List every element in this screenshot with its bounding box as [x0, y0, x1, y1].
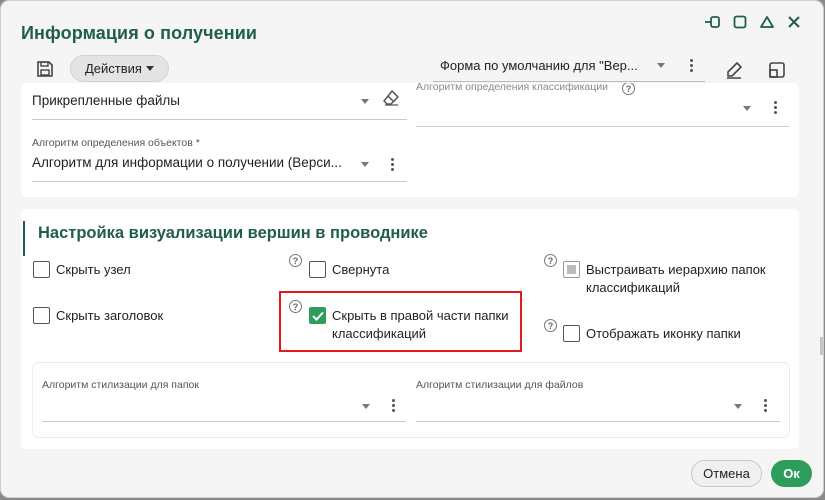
section-title: Настройка визуализации вершин в проводни… [38, 224, 428, 242]
save-icon[interactable] [34, 58, 56, 80]
more-options-icon[interactable] [761, 399, 769, 412]
checkbox-box[interactable] [563, 325, 580, 342]
chevron-down-icon[interactable] [657, 62, 665, 68]
actions-button[interactable]: Действия [70, 55, 169, 82]
attached-files-field[interactable]: Прикрепленные файлы [32, 83, 407, 120]
more-options-icon[interactable] [389, 399, 397, 412]
hide-node-label: Скрыть узел [56, 262, 131, 277]
collapsed-checkbox[interactable]: Свернута [309, 261, 389, 279]
highlight-frame [279, 291, 522, 352]
hide-header-label: Скрыть заголовок [56, 308, 164, 323]
checkbox-box[interactable] [33, 307, 50, 324]
attached-files-value: Прикрепленные файлы [32, 93, 180, 108]
field-underline [42, 421, 406, 422]
section-accent-bar [23, 221, 25, 256]
build-hierarchy-label: Выстраивать иерархию папок классификаций [586, 262, 766, 295]
window-controls [704, 13, 803, 31]
eraser-icon[interactable] [382, 89, 400, 112]
hide-header-checkbox[interactable]: Скрыть заголовок [33, 307, 163, 325]
chevron-down-icon[interactable] [361, 162, 369, 167]
form-select-value: Форма по умолчанию для "Вер... [440, 57, 638, 73]
file-styling-field[interactable]: Алгоритм стилизации для файлов [416, 377, 780, 422]
object-algorithm-field[interactable]: Алгоритм определения объектов * Алгоритм… [32, 135, 407, 182]
pin-icon[interactable] [704, 13, 722, 31]
more-options-icon[interactable] [388, 158, 396, 171]
collapsed-label: Свернута [332, 262, 390, 277]
ok-button[interactable]: Ок [771, 460, 812, 487]
form-select[interactable]: Форма по умолчанию для "Вер... [433, 49, 705, 82]
field-underline [32, 119, 407, 120]
settings-card: Прикрепленные файлы Алгоритм определения… [21, 83, 799, 197]
checkbox-box[interactable] [563, 261, 580, 278]
cancel-button[interactable]: Отмена [691, 460, 762, 487]
object-algorithm-label: Алгоритм определения объектов * [32, 137, 200, 149]
edit-icon[interactable] [723, 59, 745, 81]
build-hierarchy-checkbox[interactable]: Выстраивать иерархию папок классификаций [563, 261, 773, 297]
help-icon[interactable]: ? [622, 83, 635, 95]
hide-node-checkbox[interactable]: Скрыть узел [33, 261, 131, 279]
close-icon[interactable] [785, 13, 803, 31]
dialog: Информация о получении Действия Форма по… [1, 1, 823, 497]
file-styling-label: Алгоритм стилизации для файлов [416, 379, 584, 391]
folder-styling-label: Алгоритм стилизации для папок [42, 379, 199, 391]
styling-card: Алгоритм стилизации для папок Алгоритм с… [33, 363, 789, 437]
help-icon[interactable]: ? [544, 254, 557, 267]
classification-algorithm-label: Алгоритм определения классификации [416, 83, 608, 93]
chevron-down-icon[interactable] [734, 404, 742, 409]
field-underline [416, 421, 780, 422]
more-options-icon[interactable] [687, 58, 695, 72]
classification-algorithm-field[interactable]: Алгоритм определения классификации ? [416, 83, 789, 127]
folder-styling-field[interactable]: Алгоритм стилизации для папок [42, 377, 406, 422]
maximize-icon[interactable] [731, 13, 749, 31]
restore-window-icon[interactable] [766, 59, 788, 81]
chevron-down-icon[interactable] [361, 99, 369, 104]
help-icon[interactable]: ? [289, 254, 302, 267]
actions-label: Действия [85, 61, 142, 76]
collapse-icon[interactable] [758, 13, 776, 31]
checkbox-box[interactable] [33, 261, 50, 278]
object-algorithm-value: Алгоритм для информации о получении (Вер… [32, 155, 342, 170]
field-underline [416, 126, 789, 127]
scrollbar-thumb[interactable] [820, 337, 823, 355]
chevron-down-icon[interactable] [362, 404, 370, 409]
show-folder-icon-checkbox[interactable]: Отображать иконку папки [563, 325, 741, 343]
chevron-down-icon[interactable] [743, 106, 751, 111]
chevron-down-icon [145, 66, 154, 71]
show-folder-icon-label: Отображать иконку папки [586, 326, 741, 341]
dialog-title: Информация о получении [21, 23, 258, 43]
checkbox-box[interactable] [309, 261, 326, 278]
field-underline [32, 181, 407, 182]
more-options-icon[interactable] [771, 101, 779, 114]
help-icon[interactable]: ? [544, 319, 557, 332]
